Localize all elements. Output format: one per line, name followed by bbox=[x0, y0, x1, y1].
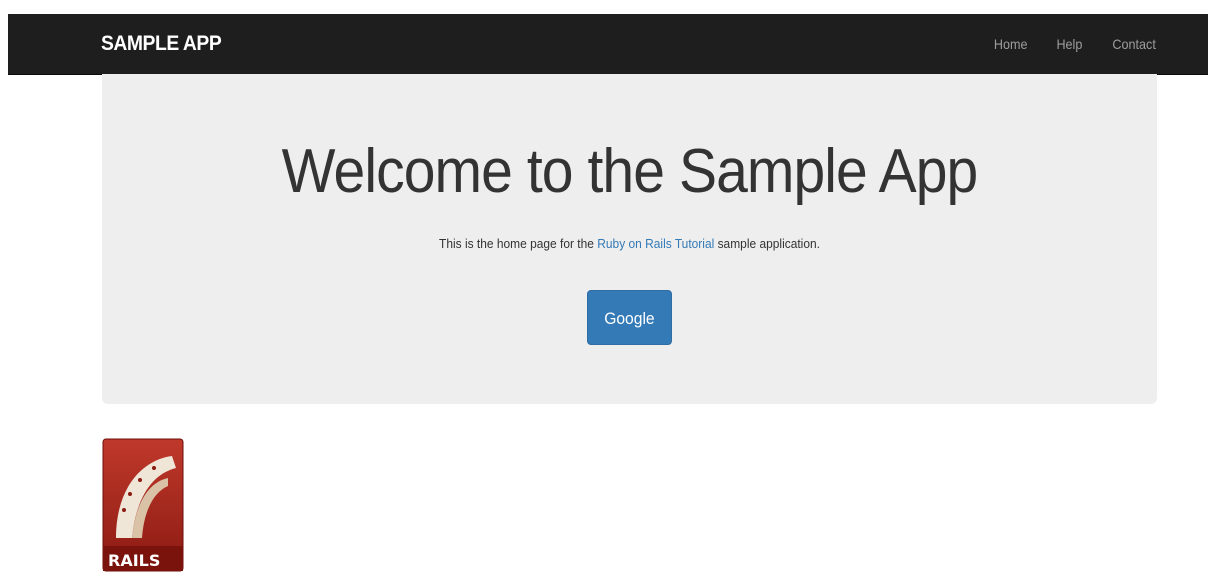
nav-link-contact[interactable]: Contact bbox=[1112, 36, 1155, 52]
intro-text: This is the home page for the Ruby on Ra… bbox=[144, 235, 1115, 253]
nav-links: Home Help Contact bbox=[966, 14, 1158, 74]
top-strip bbox=[0, 0, 1208, 14]
intro-text-after: sample application. bbox=[714, 236, 820, 251]
page-title: Welcome to the Sample App bbox=[281, 137, 979, 206]
tutorial-link[interactable]: Ruby on Rails Tutorial bbox=[597, 236, 714, 251]
rails-logo-graphic: RAILS bbox=[102, 438, 184, 572]
intro-text-before: This is the home page for the bbox=[439, 236, 598, 251]
navbar: SAMPLE APP Home Help Contact bbox=[8, 14, 1208, 75]
google-button[interactable]: Google bbox=[587, 290, 672, 345]
rails-logo-text: RAILS bbox=[108, 551, 160, 570]
nav-link-home[interactable]: Home bbox=[993, 36, 1027, 52]
google-button-label: Google bbox=[604, 309, 655, 328]
nav-link-help[interactable]: Help bbox=[1056, 36, 1082, 52]
page: SAMPLE APP Home Help Contact Welcome to … bbox=[0, 0, 1208, 572]
jumbotron: Welcome to the Sample App This is the ho… bbox=[102, 74, 1157, 404]
brand-logo-link[interactable]: SAMPLE APP bbox=[101, 14, 222, 74]
rails-logo-icon[interactable]: RAILS bbox=[102, 438, 184, 572]
